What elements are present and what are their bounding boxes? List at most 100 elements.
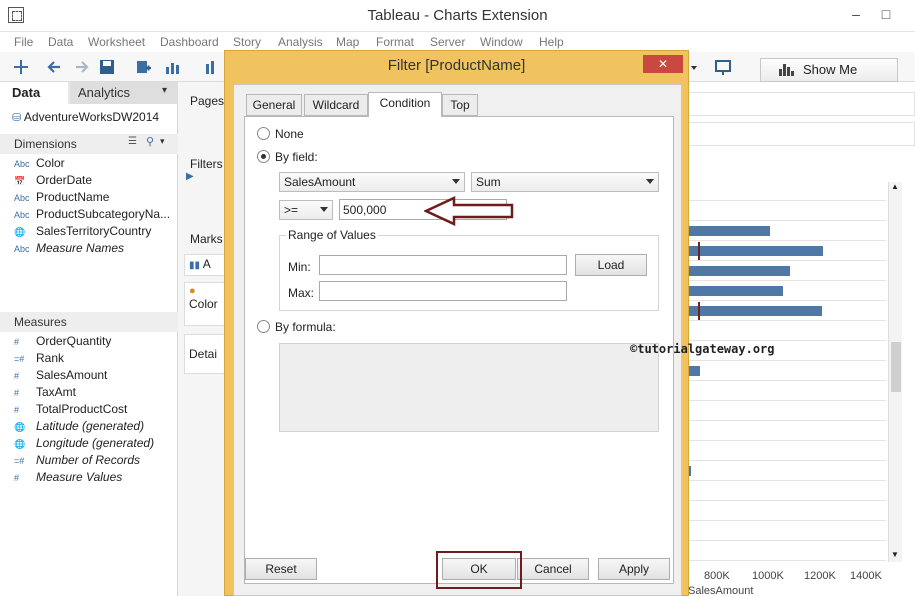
bar[interactable] bbox=[688, 366, 700, 376]
field-label: Measure Names bbox=[36, 241, 125, 255]
color-button[interactable]: ● Color bbox=[184, 282, 226, 326]
tab-analytics[interactable]: Analytics ▾ bbox=[70, 82, 178, 104]
measure-field-measure-values[interactable]: # Measure Values bbox=[14, 470, 122, 484]
datasource-icon: ⛁ bbox=[12, 112, 22, 124]
pane-menu-chevron-icon[interactable]: ▾ bbox=[162, 85, 167, 96]
min-label: Min: bbox=[288, 260, 311, 274]
bar[interactable] bbox=[688, 286, 783, 296]
measure-field-taxamt[interactable]: # TaxAmt bbox=[14, 385, 76, 399]
dimension-field-salesterritorycountry[interactable]: 🌐 SalesTerritoryCountry bbox=[14, 224, 151, 238]
menu-dashboard[interactable]: Dashboard bbox=[160, 35, 219, 49]
show-me-button[interactable]: Show Me bbox=[760, 58, 898, 82]
by-formula-radio[interactable] bbox=[257, 320, 270, 333]
tab-wildcard[interactable]: Wildcard bbox=[304, 94, 368, 116]
menu-bar: File Data Worksheet Dashboard Story Anal… bbox=[0, 32, 915, 52]
mark-type-dropdown[interactable]: ▮▮ A bbox=[184, 254, 226, 276]
measure-field-orderquantity[interactable]: # OrderQuantity bbox=[14, 334, 111, 348]
tableau-logo-icon[interactable] bbox=[12, 58, 30, 76]
menu-help[interactable]: Help bbox=[539, 35, 564, 49]
save-icon[interactable] bbox=[98, 58, 116, 76]
dimension-field-color[interactable]: Abc Color bbox=[14, 156, 65, 170]
gridline bbox=[688, 380, 886, 381]
menu-file[interactable]: File bbox=[14, 35, 33, 49]
chevron-down-icon[interactable] bbox=[690, 58, 698, 76]
columns-shelf[interactable] bbox=[688, 92, 915, 116]
search-icon[interactable]: ⚲ bbox=[146, 135, 154, 148]
cancel-button[interactable]: Cancel bbox=[517, 558, 589, 580]
tab-condition[interactable]: Condition bbox=[368, 92, 442, 117]
bar-mark-icon: ▮▮ bbox=[189, 260, 201, 271]
tab-general[interactable]: General bbox=[246, 94, 302, 116]
datasource-item[interactable]: ⛁ AdventureWorksDW2014 bbox=[12, 110, 159, 124]
field-select[interactable]: SalesAmount bbox=[279, 172, 465, 192]
menu-format[interactable]: Format bbox=[376, 35, 414, 49]
rows-shelf[interactable] bbox=[688, 122, 915, 146]
by-field-radio[interactable] bbox=[257, 150, 270, 163]
presentation-mode-icon[interactable] bbox=[714, 58, 732, 76]
undo-icon[interactable] bbox=[46, 58, 64, 76]
new-worksheet-icon[interactable] bbox=[164, 58, 182, 76]
string-type-icon: Abc bbox=[14, 193, 30, 203]
measure-field-number-of-records[interactable]: =# Number of Records bbox=[14, 453, 140, 467]
field-label: Longitude (generated) bbox=[36, 436, 155, 450]
menu-window[interactable]: Window bbox=[480, 35, 523, 49]
dimension-field-productsubcategory[interactable]: Abc ProductSubcategoryNa... bbox=[14, 207, 170, 221]
chevron-down-icon bbox=[646, 179, 654, 184]
watermark: ©tutorialgateway.org bbox=[630, 342, 775, 356]
measure-field-latitude[interactable]: 🌐 Latitude (generated) bbox=[14, 419, 144, 433]
duplicate-sheet-icon[interactable] bbox=[204, 58, 222, 76]
tab-top[interactable]: Top bbox=[442, 94, 478, 116]
data-pane: Data Analytics ▾ ⛁ AdventureWorksDW2014 … bbox=[0, 82, 178, 596]
dimension-field-orderdate[interactable]: 📅 OrderDate bbox=[14, 173, 92, 187]
scroll-up-icon[interactable]: ▲ bbox=[891, 182, 899, 191]
scrollbar-thumb[interactable] bbox=[891, 342, 901, 392]
bar[interactable] bbox=[688, 226, 770, 236]
bar[interactable] bbox=[688, 306, 822, 316]
new-datasource-icon[interactable] bbox=[134, 58, 152, 76]
filter-pill-caret-icon[interactable]: ▶ bbox=[186, 171, 194, 182]
apply-button[interactable]: Apply bbox=[598, 558, 670, 580]
dimension-field-measure-names[interactable]: Abc Measure Names bbox=[14, 241, 124, 255]
chevron-down-icon[interactable]: ▾ bbox=[160, 136, 165, 147]
gridline bbox=[688, 280, 886, 281]
view-list-icon[interactable]: ☰ bbox=[128, 136, 137, 147]
redo-icon[interactable] bbox=[72, 58, 90, 76]
aggregation-select[interactable]: Sum bbox=[471, 172, 659, 192]
menu-server[interactable]: Server bbox=[430, 35, 465, 49]
min-input[interactable] bbox=[319, 255, 567, 275]
gridline bbox=[688, 480, 886, 481]
close-icon[interactable]: ✕ bbox=[643, 55, 683, 73]
gridline bbox=[688, 420, 886, 421]
formula-editor[interactable] bbox=[279, 343, 659, 432]
menu-data[interactable]: Data bbox=[48, 35, 73, 49]
max-input[interactable] bbox=[319, 281, 567, 301]
restore-button[interactable]: □ bbox=[872, 4, 900, 24]
dimension-field-productname[interactable]: Abc ProductName bbox=[14, 190, 109, 204]
vertical-scrollbar[interactable]: ▲ ▼ bbox=[888, 182, 902, 562]
measure-field-rank[interactable]: =# Rank bbox=[14, 351, 64, 365]
range-of-values-group: Range of Values Min: Load Max: bbox=[279, 228, 659, 311]
menu-map[interactable]: Map bbox=[336, 35, 359, 49]
bar[interactable] bbox=[688, 266, 790, 276]
geo-type-icon: 🌐 bbox=[14, 227, 26, 237]
reset-button[interactable]: Reset bbox=[245, 558, 317, 580]
measure-field-longitude[interactable]: 🌐 Longitude (generated) bbox=[14, 436, 154, 450]
tab-data[interactable]: Data bbox=[0, 82, 68, 104]
axis-title: SalesAmount bbox=[688, 585, 754, 596]
scroll-down-icon[interactable]: ▼ bbox=[891, 550, 899, 559]
operator-select-value: >= bbox=[284, 203, 299, 217]
load-button[interactable]: Load bbox=[575, 254, 647, 276]
menu-story[interactable]: Story bbox=[233, 35, 261, 49]
none-radio[interactable] bbox=[257, 127, 270, 140]
bar[interactable] bbox=[688, 246, 823, 256]
minimize-button[interactable]: – bbox=[842, 4, 870, 24]
measure-field-totalproductcost[interactable]: # TotalProductCost bbox=[14, 402, 127, 416]
menu-worksheet[interactable]: Worksheet bbox=[88, 35, 145, 49]
menu-analysis[interactable]: Analysis bbox=[278, 35, 323, 49]
detail-button[interactable]: Detai bbox=[184, 334, 226, 374]
measure-field-salesamount[interactable]: # SalesAmount bbox=[14, 368, 107, 382]
field-label: OrderQuantity bbox=[36, 334, 112, 348]
gridline bbox=[688, 500, 886, 501]
operator-select[interactable]: >= bbox=[279, 200, 333, 220]
pages-shelf-label: Pages bbox=[190, 94, 225, 108]
